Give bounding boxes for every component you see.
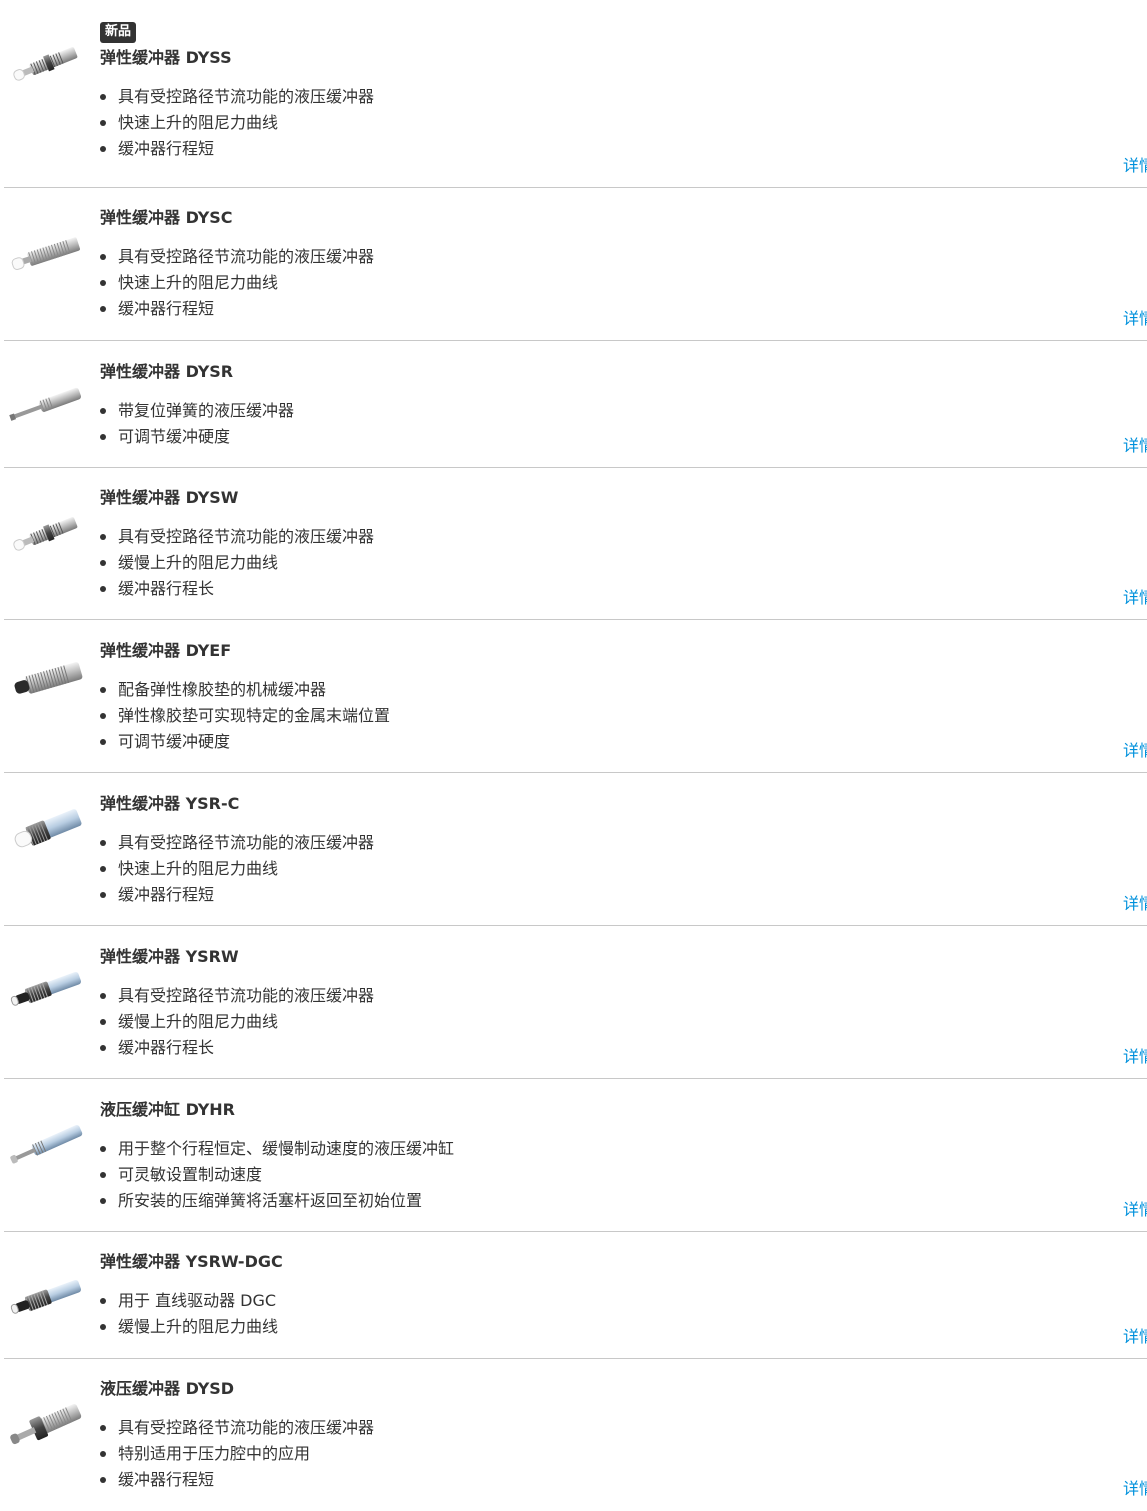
product-title-link[interactable]: 弹性缓冲器 DYSS [100,47,1107,69]
product-image[interactable] [6,1262,86,1334]
product-title-link[interactable]: 弹性缓冲器 YSRW-DGC [100,1251,1107,1273]
feature-item: 弹性橡胶垫可实现特定的金属末端位置 [100,703,1107,729]
product-image[interactable] [6,954,86,1026]
product-info: 液压缓冲器 DYSD 具有受控路径节流功能的液压缓冲器 特别适用于压力腔中的应用 缓冲… [100,1378,1107,1493]
feature-item: 缓冲器行程短 [100,882,1107,908]
product-row: 液压缓冲器 DYSD 具有受控路径节流功能的液压缓冲器 特别适用于压力腔中的应用 缓冲… [4,1359,1147,1511]
feature-item: 缓冲器行程短 [100,1467,1107,1493]
product-title-link[interactable]: 液压缓冲器 DYSD [100,1378,1107,1400]
details-link[interactable]: 详情 [1123,308,1147,330]
feature-item: 具有受控路径节流功能的液压缓冲器 [100,84,1107,110]
product-image[interactable] [6,644,86,716]
feature-item: 配备弹性橡胶垫的机械缓冲器 [100,677,1107,703]
product-info: 弹性缓冲器 DYSC 具有受控路径节流功能的液压缓冲器 快速上升的阻尼力曲线 缓冲器行… [100,207,1107,322]
product-info: 弹性缓冲器 YSR-C 具有受控路径节流功能的液压缓冲器 快速上升的阻尼力曲线 缓冲器… [100,793,1107,908]
product-image[interactable] [6,1389,86,1461]
details-link[interactable]: 详情 [1123,155,1147,177]
feature-list: 配备弹性橡胶垫的机械缓冲器 弹性橡胶垫可实现特定的金属末端位置 可调节缓冲硬度 [100,677,1107,755]
feature-list: 带复位弹簧的液压缓冲器 可调节缓冲硬度 [100,398,1107,450]
details-link[interactable]: 详情 [1123,1478,1147,1500]
feature-item: 缓慢上升的阻尼力曲线 [100,1009,1107,1035]
details-link[interactable]: 详情 [1123,1046,1147,1068]
feature-item: 快速上升的阻尼力曲线 [100,270,1107,296]
feature-item: 可调节缓冲硬度 [100,424,1107,450]
product-row: 液压缓冲缸 DYHR 用于整个行程恒定、缓慢制动速度的液压缓冲缸 可灵敏设置制动速度… [4,1079,1147,1232]
product-row: 弹性缓冲器 DYSR 带复位弹簧的液压缓冲器可调节缓冲硬度详情 [4,341,1147,468]
feature-item: 缓冲器行程长 [100,1035,1107,1061]
feature-item: 带复位弹簧的液压缓冲器 [100,398,1107,424]
feature-list: 用于 直线驱动器 DGC 缓慢上升的阻尼力曲线 [100,1288,1107,1340]
product-info: 新品弹性缓冲器 DYSS 具有受控路径节流功能的液压缓冲器 快速上升的阻尼力曲线 缓冲… [100,20,1107,162]
feature-item: 缓慢上升的阻尼力曲线 [100,1314,1107,1340]
product-row: 弹性缓冲器 YSRW 具有受控路径节流功能的液压缓冲器 缓慢上升的阻尼力曲线 缓冲器行… [4,926,1147,1079]
new-badge: 新品 [100,22,137,43]
product-row: 弹性缓冲器 DYEF 配备弹性橡胶垫的机械缓冲器 弹性橡胶垫可实现特定的金属末端位置… [4,620,1147,773]
feature-list: 具有受控路径节流功能的液压缓冲器 缓慢上升的阻尼力曲线 缓冲器行程长 [100,983,1107,1061]
product-title-link[interactable]: 液压缓冲缸 DYHR [100,1099,1107,1121]
feature-item: 具有受控路径节流功能的液压缓冲器 [100,830,1107,856]
product-image[interactable] [6,1109,86,1181]
product-row: 弹性缓冲器 DYSC 具有受控路径节流功能的液压缓冲器 快速上升的阻尼力曲线 缓冲器行… [4,188,1147,341]
product-list: 新品弹性缓冲器 DYSS 具有受控路径节流功能的液压缓冲器 快速上升的阻尼力曲线 缓冲… [0,0,1147,1511]
product-info: 弹性缓冲器 DYEF 配备弹性橡胶垫的机械缓冲器 弹性橡胶垫可实现特定的金属末端位置… [100,640,1107,755]
feature-item: 缓冲器行程短 [100,136,1107,162]
feature-item: 可调节缓冲硬度 [100,729,1107,755]
feature-item: 所安装的压缩弹簧将活塞杆返回至初始位置 [100,1188,1107,1214]
feature-item: 用于 直线驱动器 DGC [100,1288,1107,1314]
feature-list: 具有受控路径节流功能的液压缓冲器 缓慢上升的阻尼力曲线 缓冲器行程长 [100,524,1107,602]
feature-item: 具有受控路径节流功能的液压缓冲器 [100,983,1107,1009]
feature-list: 具有受控路径节流功能的液压缓冲器 特别适用于压力腔中的应用 缓冲器行程短 [100,1415,1107,1493]
product-info: 弹性缓冲器 YSRW-DGC 用于 直线驱动器 DGC 缓慢上升的阻尼力曲线 [100,1251,1107,1340]
details-link[interactable]: 详情 [1123,1326,1147,1348]
feature-item: 特别适用于压力腔中的应用 [100,1441,1107,1467]
product-row: 弹性缓冲器 YSR-C 具有受控路径节流功能的液压缓冲器 快速上升的阻尼力曲线 缓冲器… [4,773,1147,926]
product-title-link[interactable]: 弹性缓冲器 YSR-C [100,793,1107,815]
feature-item: 缓慢上升的阻尼力曲线 [100,550,1107,576]
product-title-link[interactable]: 弹性缓冲器 DYSW [100,487,1107,509]
feature-item: 缓冲器行程长 [100,576,1107,602]
feature-item: 可灵敏设置制动速度 [100,1162,1107,1188]
details-link[interactable]: 详情 [1123,1199,1147,1221]
feature-list: 用于整个行程恒定、缓慢制动速度的液压缓冲缸 可灵敏设置制动速度 所安装的压缩弹簧将活… [100,1136,1107,1214]
details-link[interactable]: 详情 [1123,435,1147,457]
feature-item: 用于整个行程恒定、缓慢制动速度的液压缓冲缸 [100,1136,1107,1162]
details-link[interactable]: 详情 [1123,587,1147,609]
feature-item: 缓冲器行程短 [100,296,1107,322]
feature-item: 快速上升的阻尼力曲线 [100,110,1107,136]
product-row: 新品弹性缓冲器 DYSS 具有受控路径节流功能的液压缓冲器 快速上升的阻尼力曲线 缓冲… [4,0,1147,188]
product-image[interactable] [6,369,86,441]
details-link[interactable]: 详情 [1123,893,1147,915]
feature-item: 具有受控路径节流功能的液压缓冲器 [100,524,1107,550]
product-info: 液压缓冲缸 DYHR 用于整个行程恒定、缓慢制动速度的液压缓冲缸 可灵敏设置制动速度… [100,1099,1107,1214]
details-link[interactable]: 详情 [1123,740,1147,762]
product-row: 弹性缓冲器 DYSW 具有受控路径节流功能的液压缓冲器 缓慢上升的阻尼力曲线 缓冲器行… [4,468,1147,620]
product-title-link[interactable]: 弹性缓冲器 DYEF [100,640,1107,662]
feature-list: 具有受控路径节流功能的液压缓冲器 快速上升的阻尼力曲线 缓冲器行程短 [100,244,1107,322]
product-image[interactable] [6,218,86,290]
product-row: 弹性缓冲器 YSRW-DGC 用于 直线驱动器 DGC缓慢上升的阻尼力曲线详情 [4,1232,1147,1359]
product-title-link[interactable]: 弹性缓冲器 DYSR [100,361,1107,383]
product-title-link[interactable]: 弹性缓冲器 DYSC [100,207,1107,229]
feature-item: 快速上升的阻尼力曲线 [100,856,1107,882]
feature-item: 具有受控路径节流功能的液压缓冲器 [100,244,1107,270]
product-title-link[interactable]: 弹性缓冲器 YSRW [100,946,1107,968]
feature-item: 具有受控路径节流功能的液压缓冲器 [100,1415,1107,1441]
product-image[interactable] [6,795,86,867]
product-info: 弹性缓冲器 DYSR 带复位弹簧的液压缓冲器 可调节缓冲硬度 [100,361,1107,450]
product-info: 弹性缓冲器 YSRW 具有受控路径节流功能的液压缓冲器 缓慢上升的阻尼力曲线 缓冲器行… [100,946,1107,1061]
feature-list: 具有受控路径节流功能的液压缓冲器 快速上升的阻尼力曲线 缓冲器行程短 [100,84,1107,162]
product-image[interactable] [6,498,86,570]
feature-list: 具有受控路径节流功能的液压缓冲器 快速上升的阻尼力曲线 缓冲器行程短 [100,830,1107,908]
product-image[interactable] [6,28,86,100]
product-info: 弹性缓冲器 DYSW 具有受控路径节流功能的液压缓冲器 缓慢上升的阻尼力曲线 缓冲器行… [100,487,1107,602]
